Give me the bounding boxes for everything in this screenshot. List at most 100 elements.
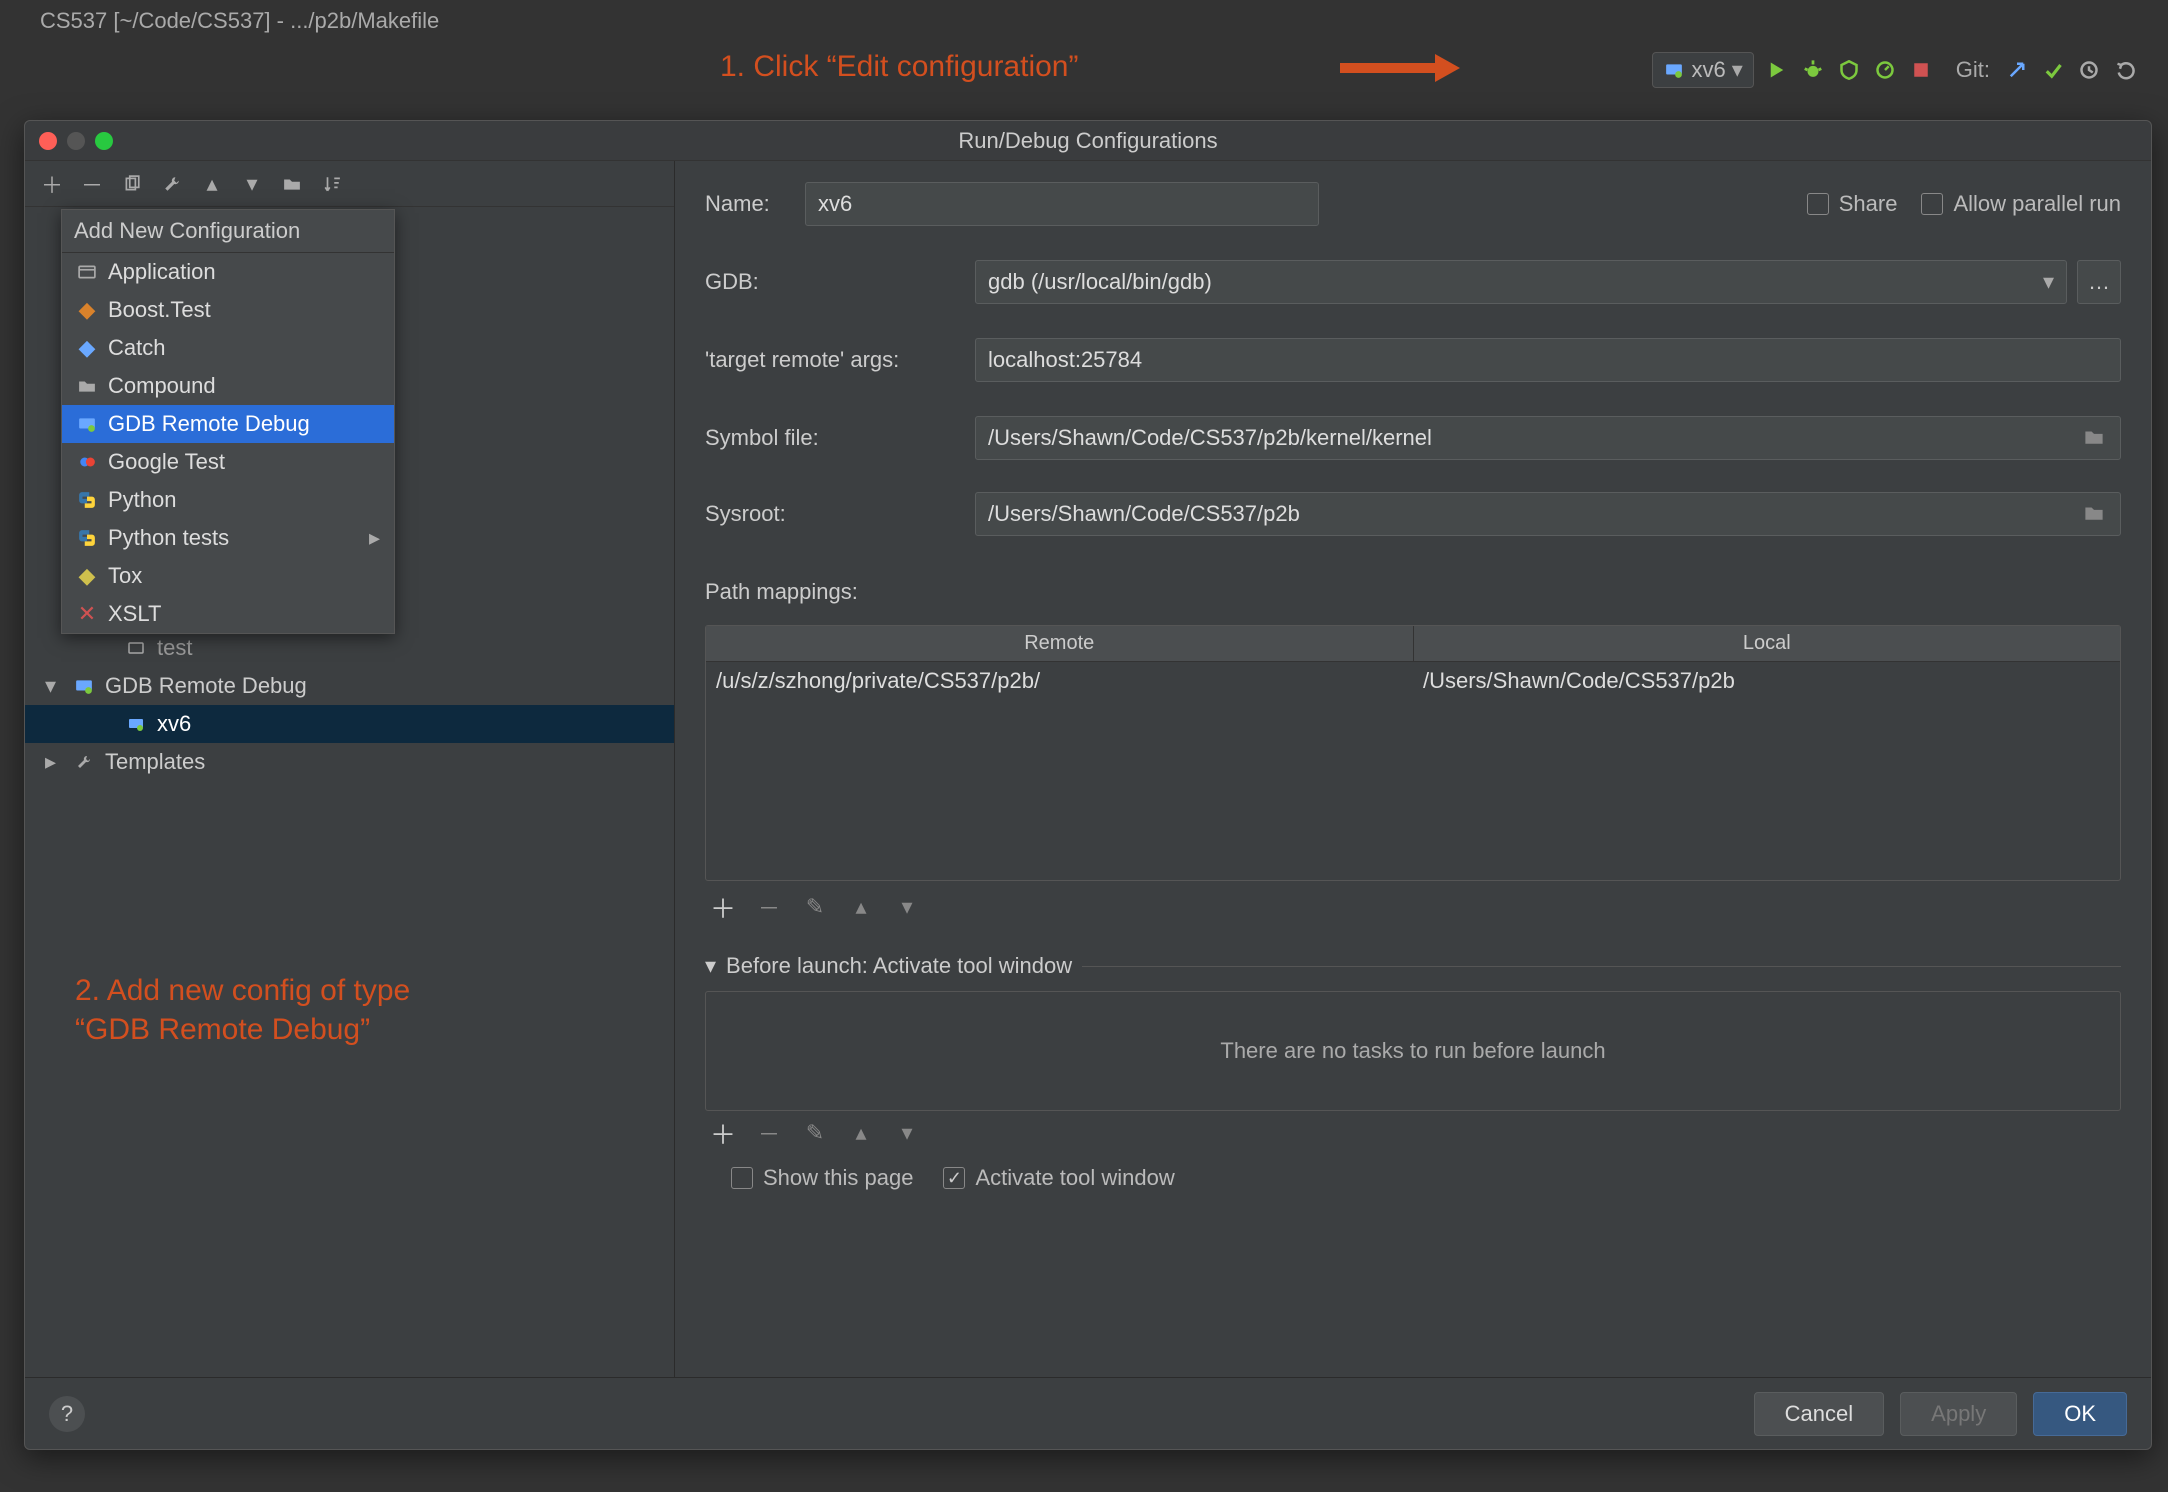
add-icon[interactable]: ＋ — [711, 1121, 735, 1145]
before-launch-label: Before launch: Activate tool window — [726, 953, 1072, 979]
popup-item-python-tests[interactable]: Python tests ▸ — [62, 519, 394, 557]
wrench-icon[interactable] — [159, 171, 185, 197]
name-input[interactable] — [805, 182, 1319, 226]
application-icon — [76, 261, 98, 283]
remote-debug-icon — [76, 413, 98, 435]
popup-item-boost[interactable]: ◆ Boost.Test — [62, 291, 394, 329]
move-down-icon[interactable]: ▾ — [895, 1121, 919, 1145]
ide-window-title: CS537 [~/Code/CS537] - .../p2b/Makefile — [40, 8, 439, 34]
move-up-icon[interactable]: ▴ — [849, 895, 873, 919]
cell-local: /Users/Shawn/Code/CS537/p2b — [1413, 662, 2120, 700]
copy-icon[interactable] — [119, 171, 145, 197]
sysroot-input[interactable]: /Users/Shawn/Code/CS537/p2b — [975, 492, 2121, 536]
remove-icon[interactable]: － — [79, 171, 105, 197]
gdb-select[interactable]: gdb (/usr/local/bin/gdb) — [975, 260, 2067, 304]
coverage-icon[interactable] — [1836, 57, 1862, 83]
profile-icon[interactable] — [1872, 57, 1898, 83]
tree-row-test[interactable]: test — [25, 629, 674, 667]
col-remote: Remote — [706, 626, 1414, 661]
gtest-icon — [76, 451, 98, 473]
path-mappings-table: Remote Local /u/s/z/szhong/private/CS537… — [705, 625, 2121, 881]
edit-icon[interactable]: ✎ — [803, 1121, 827, 1145]
sidebar-toolbar: ＋ － ▴ ▾ — [25, 161, 674, 207]
move-up-icon[interactable]: ▴ — [199, 171, 225, 197]
annotation-step2: 2. Add new config of type “GDB Remote De… — [75, 971, 410, 1049]
stop-icon[interactable] — [1908, 57, 1934, 83]
popup-item-label: XSLT — [108, 601, 161, 627]
popup-item-label: Tox — [108, 563, 142, 589]
chevron-down-icon[interactable]: ▾ — [705, 953, 716, 979]
tree-item-xv6[interactable]: xv6 — [25, 705, 674, 743]
window-controls — [39, 132, 113, 150]
dialog-titlebar: Run/Debug Configurations — [25, 121, 2151, 161]
tree-templates[interactable]: ▸ Templates — [25, 743, 674, 781]
col-local: Local — [1414, 626, 2121, 661]
checkbox-icon — [731, 1167, 753, 1189]
tree-group-gdb-remote[interactable]: ▾ GDB Remote Debug — [25, 667, 674, 705]
move-down-icon[interactable]: ▾ — [895, 895, 919, 919]
run-config-selector[interactable]: xv6 ▾ — [1652, 52, 1753, 88]
python-icon — [76, 489, 98, 511]
show-page-checkbox[interactable]: Show this page — [731, 1165, 913, 1191]
help-button[interactable]: ? — [49, 1396, 85, 1432]
config-sidebar: ＋ － ▴ ▾ Add New Configuration Applicatio… — [25, 161, 675, 1377]
checkbox-checked-icon — [943, 1167, 965, 1189]
run-debug-config-dialog: Run/Debug Configurations ＋ － ▴ ▾ Add New… — [24, 120, 2152, 1450]
cancel-button[interactable]: Cancel — [1754, 1392, 1884, 1436]
activate-window-checkbox[interactable]: Activate tool window — [943, 1165, 1174, 1191]
run-icon[interactable] — [1764, 57, 1790, 83]
popup-item-python[interactable]: Python — [62, 481, 394, 519]
ide-toolbar: xv6 ▾ Git: — [1652, 52, 2138, 88]
popup-item-catch[interactable]: ◆ Catch — [62, 329, 394, 367]
git-commit-icon[interactable] — [2040, 57, 2066, 83]
sysroot-value: /Users/Shawn/Code/CS537/p2b — [988, 501, 2072, 527]
mappings-label: Path mappings: — [705, 579, 858, 605]
popup-item-tox[interactable]: ◆ Tox — [62, 557, 394, 595]
add-icon[interactable]: ＋ — [711, 895, 735, 919]
show-page-label: Show this page — [763, 1165, 913, 1191]
ok-button[interactable]: OK — [2033, 1392, 2127, 1436]
popup-item-application[interactable]: Application — [62, 253, 394, 291]
popup-item-compound[interactable]: Compound — [62, 367, 394, 405]
popup-item-label: Catch — [108, 335, 165, 361]
folder-icon[interactable] — [2080, 501, 2108, 527]
tox-icon: ◆ — [76, 565, 98, 587]
remote-debug-icon — [125, 713, 147, 735]
target-input[interactable] — [975, 338, 2121, 382]
remove-icon[interactable]: － — [757, 895, 781, 919]
chevron-down-icon: ▾ — [45, 673, 63, 699]
move-up-icon[interactable]: ▴ — [849, 1121, 873, 1145]
folder-icon[interactable] — [279, 171, 305, 197]
debug-icon[interactable] — [1800, 57, 1826, 83]
add-icon[interactable]: ＋ — [39, 171, 65, 197]
move-down-icon[interactable]: ▾ — [239, 171, 265, 197]
symbol-input[interactable]: /Users/Shawn/Code/CS537/p2b/kernel/kerne… — [975, 416, 2121, 460]
folder-icon[interactable] — [2080, 425, 2108, 451]
gdb-browse-button[interactable]: … — [2077, 260, 2121, 304]
dialog-button-bar: ? Cancel Apply OK — [25, 1377, 2151, 1449]
sort-icon[interactable] — [319, 171, 345, 197]
popup-item-gtest[interactable]: Google Test — [62, 443, 394, 481]
before-launch-tasks: There are no tasks to run before launch — [705, 991, 2121, 1111]
git-label: Git: — [1956, 57, 1990, 83]
annotation-arrow-icon — [1340, 50, 1460, 86]
target-label: 'target remote' args: — [705, 347, 975, 373]
zoom-window-button[interactable] — [95, 132, 113, 150]
tree-label: test — [157, 635, 192, 661]
table-header: Remote Local — [706, 626, 2120, 662]
edit-icon[interactable]: ✎ — [803, 895, 827, 919]
table-row[interactable]: /u/s/z/szhong/private/CS537/p2b/ /Users/… — [706, 662, 2120, 700]
before-launch-section: ▾ Before launch: Activate tool window Th… — [705, 953, 2121, 1191]
parallel-checkbox[interactable]: Allow parallel run — [1921, 191, 2121, 217]
close-window-button[interactable] — [39, 132, 57, 150]
remove-icon[interactable]: － — [757, 1121, 781, 1145]
share-checkbox[interactable]: Share — [1807, 191, 1898, 217]
undo-icon[interactable] — [2112, 57, 2138, 83]
history-icon[interactable] — [2076, 57, 2102, 83]
add-config-popup: Add New Configuration Application ◆ Boos… — [61, 209, 395, 634]
git-update-icon[interactable] — [2004, 57, 2030, 83]
popup-item-xslt[interactable]: ✕ XSLT — [62, 595, 394, 633]
apply-button[interactable]: Apply — [1900, 1392, 2017, 1436]
popup-item-gdb-remote[interactable]: GDB Remote Debug — [62, 405, 394, 443]
minimize-window-button[interactable] — [67, 132, 85, 150]
